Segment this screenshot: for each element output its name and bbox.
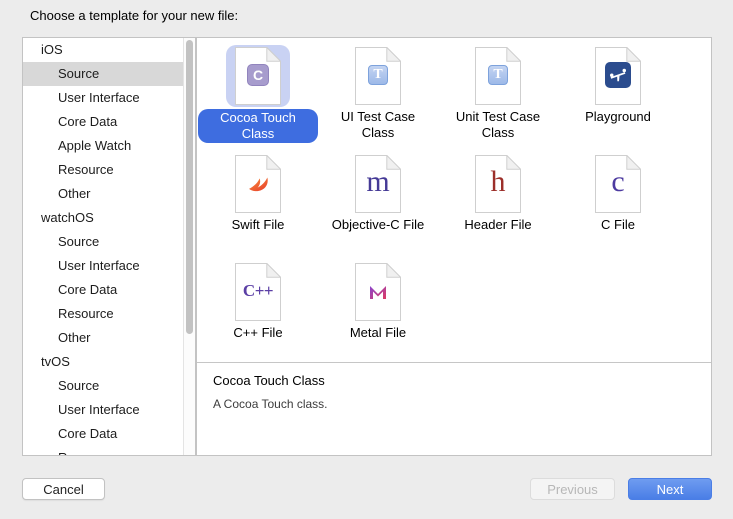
cancel-button[interactable]: Cancel (22, 478, 105, 500)
category-sidebar: iOSSourceUser InterfaceCore DataApple Wa… (22, 37, 196, 456)
template-swift-file[interactable]: Swift File (198, 153, 318, 261)
sidebar-item-source-8[interactable]: Source (23, 230, 183, 254)
sidebar-item-resource-11[interactable]: Resource (23, 302, 183, 326)
template-metal-file[interactable]: Metal File (318, 261, 438, 362)
template-label-unit-test-case-class: Unit Test Case Class (443, 109, 553, 141)
next-button[interactable]: Next (628, 478, 712, 500)
sidebar-item-other-6[interactable]: Other (23, 182, 183, 206)
template-ui-test-case-class[interactable]: T UI Test Case Class (318, 45, 438, 153)
sidebar-scrollbar-thumb[interactable] (186, 40, 193, 334)
swift-bird-icon (235, 155, 281, 213)
previous-button[interactable]: Previous (530, 478, 615, 500)
template-label-c-file: C++ File (233, 325, 282, 341)
sidebar-list: iOSSourceUser InterfaceCore DataApple Wa… (23, 38, 183, 456)
template-label-header-file: Header File (464, 217, 531, 233)
sidebar-group-ios-0[interactable]: iOS (23, 38, 183, 62)
sidebar-item-core-data-10[interactable]: Core Data (23, 278, 183, 302)
sidebar-item-user-interface-15[interactable]: User Interface (23, 398, 183, 422)
description-text: A Cocoa Touch class. (213, 397, 695, 411)
sidebar-item-user-interface-2[interactable]: User Interface (23, 86, 183, 110)
template-objective-c-file[interactable]: m Objective-C File (318, 153, 438, 261)
metal-file-document-icon (346, 261, 410, 323)
dialog-title: Choose a template for your new file: (30, 8, 238, 23)
cocoa-touch-class-document-icon: C (226, 45, 290, 107)
c-file-document-icon: C++ (226, 261, 290, 323)
sidebar-item-source-1[interactable]: Source (23, 62, 183, 86)
sidebar-group-tvos-13[interactable]: tvOS (23, 350, 183, 374)
template-row-1: C Cocoa Touch Class T UI Test Case Class T Un… (197, 45, 711, 153)
objective-c-file-document-icon: m (346, 153, 410, 215)
unit-test-case-class-document-icon: T (466, 45, 530, 107)
template-label-playground: Playground (585, 109, 651, 125)
sidebar-item-core-data-16[interactable]: Core Data (23, 422, 183, 446)
sidebar-scrollbar[interactable] (183, 38, 195, 455)
template-label-cocoa-touch-class: Cocoa Touch Class (198, 109, 318, 143)
template-cocoa-touch-class[interactable]: C Cocoa Touch Class (198, 45, 318, 153)
c-file-c-icon: c (595, 155, 641, 213)
sidebar-item-core-data-3[interactable]: Core Data (23, 110, 183, 134)
template-unit-test-case-class[interactable]: T Unit Test Case Class (438, 45, 558, 153)
sidebar-item-apple-watch-4[interactable]: Apple Watch (23, 134, 183, 158)
template-label-metal-file: Metal File (350, 325, 406, 341)
template-row-2: Swift File m Objective-C File h Header File c… (197, 153, 711, 261)
template-playground[interactable]: Playground (558, 45, 678, 153)
template-c-file[interactable]: c C File (558, 153, 678, 261)
template-label-c-file: C File (601, 217, 635, 233)
playground-document-icon (586, 45, 650, 107)
test-case-badge-icon: T (368, 65, 388, 85)
template-c-file[interactable]: C++ C++ File (198, 261, 318, 362)
header-file-document-icon: h (466, 153, 530, 215)
sidebar-item-resource-17[interactable]: Resource (23, 446, 183, 456)
objective-c-m-icon: m (355, 155, 401, 213)
sidebar-group-watchos-7[interactable]: watchOS (23, 206, 183, 230)
sidebar-item-user-interface-9[interactable]: User Interface (23, 254, 183, 278)
template-label-swift-file: Swift File (232, 217, 285, 233)
c-file-document-icon: c (586, 153, 650, 215)
test-case-badge-icon: T (488, 65, 508, 85)
template-row-3: C++ C++ File Metal File (197, 261, 711, 362)
template-label-objective-c-file: Objective-C File (332, 217, 424, 233)
template-label-ui-test-case-class: UI Test Case Class (323, 109, 433, 141)
sidebar-item-resource-5[interactable]: Resource (23, 158, 183, 182)
description-panel: Cocoa Touch Class A Cocoa Touch class. (197, 362, 711, 455)
header-h-icon: h (475, 155, 521, 213)
description-title: Cocoa Touch Class (213, 373, 695, 388)
template-header-file[interactable]: h Header File (438, 153, 558, 261)
swift-file-document-icon (226, 153, 290, 215)
sidebar-item-other-12[interactable]: Other (23, 326, 183, 350)
sidebar-item-source-14[interactable]: Source (23, 374, 183, 398)
c-class-badge-icon: C (247, 64, 269, 86)
template-pane: C Cocoa Touch Class T UI Test Case Class T Un… (196, 37, 712, 456)
template-grid: C Cocoa Touch Class T UI Test Case Class T Un… (197, 38, 711, 362)
playground-seesaw-icon (605, 62, 631, 88)
metal-m-icon (355, 263, 401, 321)
ui-test-case-class-document-icon: T (346, 45, 410, 107)
cpp-icon: C++ (235, 263, 281, 321)
